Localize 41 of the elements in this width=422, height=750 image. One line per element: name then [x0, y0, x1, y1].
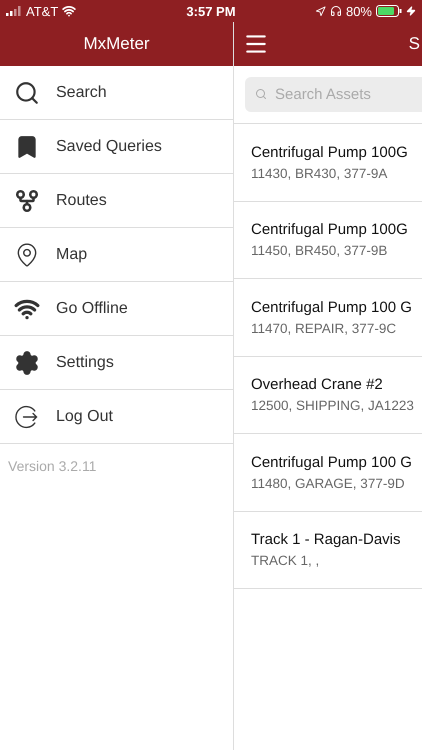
asset-name: Centrifugal Pump 100 G: [251, 454, 413, 471]
menu-item[interactable]: Routes: [0, 174, 233, 228]
menu-item[interactable]: Search: [0, 66, 233, 120]
location-icon: [314, 6, 326, 16]
asset-name: Track 1 - Ragan-Davis: [251, 531, 402, 548]
search-field[interactable]: Search Assets: [245, 77, 422, 112]
battery-icon: [376, 5, 402, 17]
asset-details: 11480, GARAGE, 377-9D: [251, 476, 406, 491]
menu-item[interactable]: Go Offline: [0, 282, 233, 336]
menu-item[interactable]: Log Out: [0, 390, 233, 444]
asset-name: Centrifugal Pump 100 G: [251, 298, 413, 316]
version-text: Version 3.2.11: [7, 457, 98, 476]
asset-name: Centrifugal Pump 100G: [251, 221, 409, 238]
signal-icon: [6, 6, 22, 16]
asset-row[interactable]: Overhead Crane #2 12500, SHIPPING, JA1223: [234, 356, 422, 434]
menu-item[interactable]: Map: [0, 228, 233, 282]
search-icon: [255, 88, 267, 100]
clock-time: 3:57 PM: [186, 4, 236, 18]
wifi-icon: [62, 4, 76, 18]
app-title: MxMeter: [83, 34, 150, 54]
battery-percent: 80%: [346, 4, 372, 18]
asset-name: Centrifugal Pump 100G: [251, 144, 409, 161]
asset-name: Overhead Crane #2: [251, 376, 384, 394]
menu-item[interactable]: Saved Queries: [0, 120, 233, 174]
fork-icon: [14, 188, 40, 214]
carrier-name: AT&T: [26, 4, 58, 18]
asset-details: 11450, BR450, 377-9B: [251, 243, 388, 258]
asset-row[interactable]: Centrifugal Pump 100 G 11480, GARAGE, 377-9D: [234, 434, 422, 512]
asset-details: TRACK 1, ,: [251, 553, 320, 568]
asset-details: 12500, SHIPPING, JA1223: [251, 398, 415, 414]
page-title: S: [408, 34, 420, 54]
headphones-icon: [330, 5, 342, 17]
asset-row[interactable]: Centrifugal Pump 100G 11450, BR450, 377-9B: [234, 202, 422, 279]
asset-row[interactable]: Track 1 - Ragan-Davis TRACK 1, ,: [234, 512, 422, 589]
asset-details: 11430, BR430, 377-9A: [251, 166, 388, 181]
menu-item[interactable]: Settings: [0, 336, 233, 390]
charging-icon: [406, 6, 416, 16]
asset-details: 11470, REPAIR, 377-9C: [251, 320, 398, 336]
search-icon: [14, 80, 40, 106]
asset-row[interactable]: Centrifugal Pump 100G 11430, BR430, 377-9A: [234, 124, 422, 202]
asset-row[interactable]: Centrifugal Pump 100 G 11470, REPAIR, 377-9C: [234, 279, 422, 356]
